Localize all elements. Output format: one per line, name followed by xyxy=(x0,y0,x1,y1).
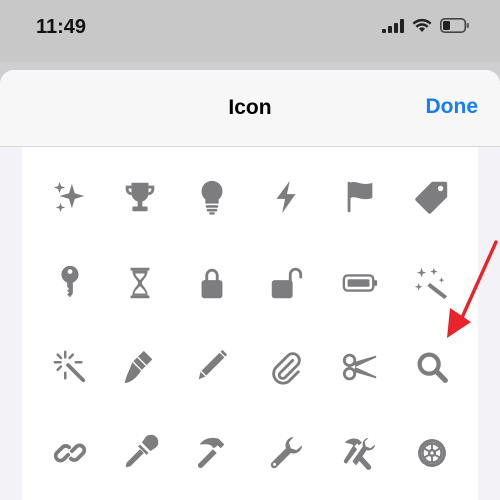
tools-icon xyxy=(343,437,376,470)
pencil-icon xyxy=(198,349,228,380)
icon-cell-wrench[interactable] xyxy=(262,429,310,477)
icon-cell-lock[interactable] xyxy=(188,259,236,307)
icon-cell-pencil[interactable] xyxy=(188,343,236,391)
icon-cell-battery[interactable] xyxy=(336,259,384,307)
icon-cell-gear[interactable] xyxy=(408,429,456,477)
flag-icon xyxy=(347,181,373,213)
nav-bar: Icon Done xyxy=(0,70,500,147)
sparkles-icon xyxy=(53,181,85,213)
done-button[interactable]: Done xyxy=(426,95,479,119)
bolt-icon xyxy=(276,180,296,214)
cellular-signal-icon xyxy=(382,18,404,33)
icon-cell-unlock[interactable] xyxy=(262,259,310,307)
key-icon xyxy=(61,265,79,298)
paperclip-icon xyxy=(272,352,301,385)
icon-cell-hammer[interactable] xyxy=(188,429,236,477)
battery-status-icon xyxy=(440,18,469,33)
icon-cell-scissors[interactable] xyxy=(336,343,384,391)
lightbulb-icon xyxy=(201,180,223,215)
link-icon xyxy=(53,443,87,463)
status-icons xyxy=(382,18,470,33)
icon-cell-paperclip[interactable] xyxy=(262,343,310,391)
icon-cell-key[interactable] xyxy=(46,259,94,307)
tag-icon xyxy=(415,181,448,214)
battery-icon xyxy=(342,274,378,292)
icon-grid xyxy=(22,147,478,500)
scissors-icon xyxy=(342,353,377,381)
icon-cell-magic-burst[interactable] xyxy=(46,343,94,391)
eyedropper-icon xyxy=(125,434,159,468)
unlock-icon xyxy=(271,267,303,299)
hammer-icon xyxy=(197,437,225,469)
annotation-arrow xyxy=(447,240,498,338)
status-time: 11:49 xyxy=(36,16,87,38)
icon-cell-paintbrush[interactable] xyxy=(116,343,164,391)
icon-cell-bolt[interactable] xyxy=(262,173,310,221)
icon-cell-hourglass[interactable] xyxy=(116,259,164,307)
icon-cell-trophy[interactable] xyxy=(116,173,164,221)
lock-icon xyxy=(201,268,223,299)
gear-icon xyxy=(418,439,446,467)
status-bar: 11:49 xyxy=(0,0,500,62)
icon-cell-tools[interactable] xyxy=(336,429,384,477)
trophy-icon xyxy=(125,182,155,212)
paintbrush-icon xyxy=(124,350,153,384)
icon-cell-lightbulb[interactable] xyxy=(188,173,236,221)
wrench-icon xyxy=(270,436,303,469)
icon-cell-flag[interactable] xyxy=(336,173,384,221)
wifi-icon xyxy=(412,18,432,32)
hourglass-icon xyxy=(130,267,150,299)
icon-cell-sparkles[interactable] xyxy=(46,173,94,221)
icon-cell-link[interactable] xyxy=(46,429,94,477)
icon-cell-eyedropper[interactable] xyxy=(116,429,164,477)
magic-wand-burst-icon xyxy=(53,350,86,383)
icon-cell-tag[interactable] xyxy=(408,173,456,221)
